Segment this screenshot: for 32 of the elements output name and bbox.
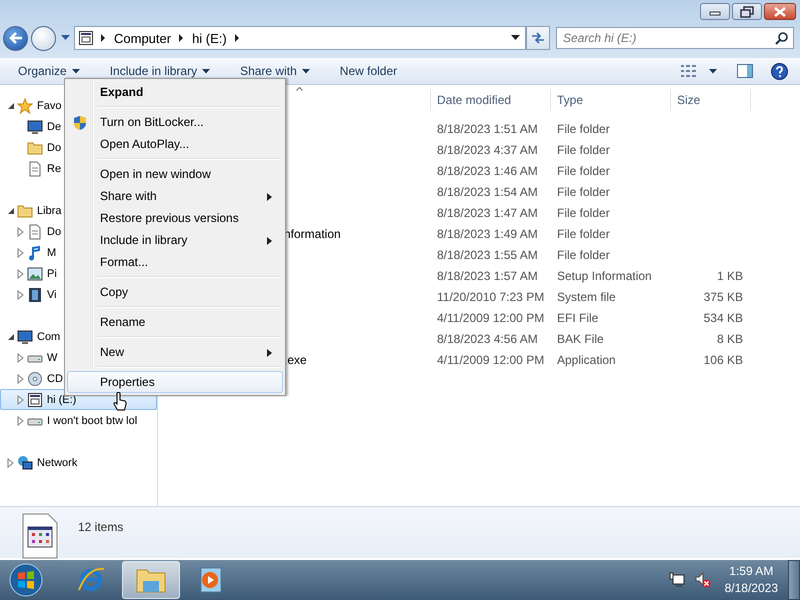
type-cell: File folder	[557, 164, 610, 178]
date-cell: 8/18/2023 1:54 AM	[437, 184, 538, 198]
date-cell: 8/18/2023 1:57 AM	[437, 268, 538, 282]
type-cell: File folder	[557, 184, 610, 198]
item-count: 12 items	[78, 520, 124, 534]
date-cell: 8/18/2023 1:51 AM	[437, 122, 538, 136]
file-name: nformation	[284, 226, 341, 240]
size-cell: 1 KB	[716, 268, 743, 282]
date-cell: 8/18/2023 1:47 AM	[437, 206, 538, 220]
type-cell: Setup Information	[557, 268, 652, 282]
date-cell: 4/11/2009 12:00 PM	[437, 310, 544, 324]
type-cell: File folder	[557, 226, 610, 240]
size-cell: 375 KB	[704, 290, 743, 304]
type-cell: File folder	[557, 122, 610, 136]
size-cell: 534 KB	[704, 310, 743, 324]
type-cell: System file	[557, 290, 616, 304]
date-cell: 11/20/2010 7:23 PM	[437, 290, 544, 304]
type-cell: File folder	[557, 142, 610, 156]
date-cell: 8/18/2023 1:55 AM	[437, 248, 538, 262]
type-cell: File folder	[557, 206, 610, 220]
size-cell: 106 KB	[704, 352, 743, 366]
date-cell: 4/11/2009 12:00 PM	[437, 352, 544, 366]
date-cell: 8/18/2023 4:37 AM	[437, 142, 538, 156]
type-cell: Application	[557, 352, 616, 366]
type-cell: EFI File	[557, 310, 598, 324]
file-name: .exe	[284, 352, 307, 366]
date-cell: 8/18/2023 1:46 AM	[437, 164, 538, 178]
size-cell: 8 KB	[716, 332, 743, 346]
date-cell: 8/18/2023 4:56 AM	[437, 332, 538, 346]
date-cell: 8/18/2023 1:49 AM	[437, 226, 538, 240]
type-cell: BAK File	[557, 332, 604, 346]
type-cell: File folder	[557, 248, 610, 262]
